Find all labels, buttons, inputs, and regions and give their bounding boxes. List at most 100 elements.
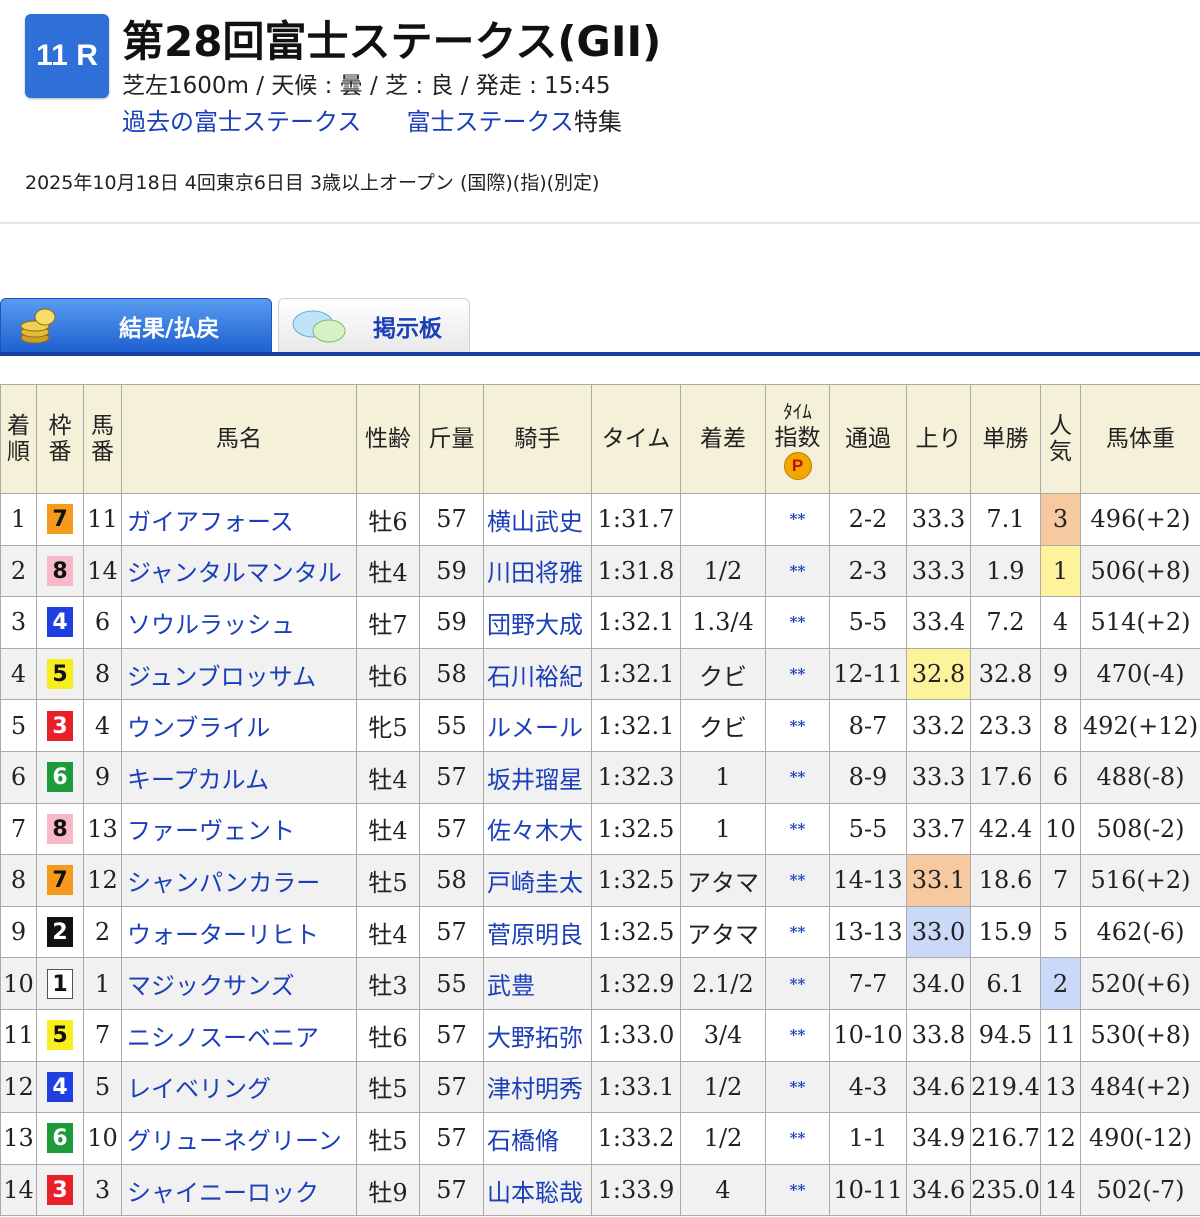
waku-cell: 4 [36,596,84,649]
chat-bubbles-icon [292,310,346,343]
margin-cell: 1.3/4 [680,596,766,649]
bodyweight-cell: 484(+2) [1080,1060,1200,1114]
header-odds: 単勝 [970,384,1041,494]
index-cell: ** [765,596,830,649]
horse-name-cell: ジャンタルマンタル [121,544,357,598]
margin-cell: 1/2 [680,1060,766,1114]
header-umaban: 馬番 [83,384,122,494]
pop-cell: 5 [1040,905,1081,959]
index-cell: ** [765,750,830,804]
jockey-link[interactable]: 佐々木大 [487,817,583,845]
margin-cell: クビ [680,699,766,752]
table-header-row: 着順 枠番 馬番 馬名 性齢 斤量 騎手 タイム 着差 ﾀｲﾑ 指数 P 通過 … [0,384,1200,494]
horse-name-link[interactable]: ニシノスーベニア [127,1024,319,1052]
jockey-link[interactable]: 津村明秀 [487,1075,583,1103]
rank-cell: 11 [0,1008,37,1062]
waku-cell: 6 [36,1112,84,1165]
header-last3f: 上り [906,384,971,494]
umaban-cell: 3 [83,1163,122,1217]
rank-cell: 5 [0,699,37,752]
jockey-link[interactable]: ルメール [487,714,583,742]
horse-name-cell: ソウルラッシュ [121,596,357,649]
waku-badge: 3 [47,1175,73,1206]
horse-name-link[interactable]: キープカルム [127,766,269,794]
waku-cell: 4 [36,1060,84,1114]
odds-cell: 6.1 [970,957,1041,1010]
bodyweight-cell: 502(-7) [1080,1163,1200,1217]
horse-name-cell: レイベリング [121,1060,357,1114]
horse-name-link[interactable]: シャンパンカラー [127,869,320,897]
horse-name-link[interactable]: グリューネグリーン [127,1127,342,1155]
umaban-cell: 14 [83,544,122,598]
weight-cell: 57 [419,1060,484,1114]
horse-name-link[interactable]: シャイニーロック [127,1179,319,1207]
rank-cell: 12 [0,1060,37,1114]
feature-link[interactable]: 富士ステークス [407,108,574,136]
jockey-link[interactable]: 坂井瑠星 [487,766,583,794]
pop-cell: 3 [1040,493,1081,546]
horse-name-link[interactable]: ガイアフォース [127,508,294,536]
bodyweight-cell: 508(-2) [1080,802,1200,856]
past-races-link[interactable]: 過去の富士ステークス [122,108,361,136]
horse-name-cell: ガイアフォース [121,493,357,546]
jockey-link[interactable]: 戸崎圭太 [487,869,583,897]
horse-name-link[interactable]: ウンブライル [127,714,270,742]
last3f-cell: 33.3 [906,544,971,598]
premium-p-icon[interactable]: P [783,451,812,480]
horse-name-cell: ファーヴェント [121,802,357,856]
margin-cell: 1/2 [680,1112,766,1165]
passing-cell: 2-2 [829,493,907,546]
horse-name-link[interactable]: ジャンタルマンタル [127,559,342,587]
pop-cell: 4 [1040,596,1081,649]
sexage-cell: 牡7 [356,596,420,649]
results-table: 着順 枠番 馬番 馬名 性齢 斤量 騎手 タイム 着差 ﾀｲﾑ 指数 P 通過 … [0,384,1200,1217]
jockey-link[interactable]: 山本聡哉 [487,1179,583,1207]
jockey-link[interactable]: 川田将雅 [487,559,583,587]
margin-cell: アタマ [680,854,766,907]
tab-board-label: 掲示板 [373,316,442,342]
jockey-link[interactable]: 石橋脩 [487,1127,559,1155]
jockey-cell: 坂井瑠星 [483,750,592,804]
margin-cell: 4 [680,1163,766,1217]
umaban-cell: 5 [83,1060,122,1114]
pop-cell: 10 [1040,802,1081,856]
waku-badge: 2 [47,917,73,948]
horse-name-link[interactable]: ファーヴェント [127,817,295,845]
weight-cell: 57 [419,493,484,546]
bodyweight-cell: 514(+2) [1080,596,1200,649]
waku-cell: 8 [36,802,84,856]
bodyweight-cell: 520(+6) [1080,957,1200,1010]
jockey-link[interactable]: 横山武史 [487,508,583,536]
rank-cell: 7 [0,802,37,856]
index-cell: ** [765,905,830,959]
waku-cell: 7 [36,854,84,907]
sexage-cell: 牡6 [356,647,420,701]
jockey-link[interactable]: 大野拓弥 [487,1024,583,1052]
horse-name-link[interactable]: ウォーターリヒト [127,921,319,949]
last3f-cell: 33.7 [906,802,971,856]
horse-name-link[interactable]: レイベリング [127,1075,271,1103]
horse-name-link[interactable]: ソウルラッシュ [127,611,295,639]
last3f-cell: 33.8 [906,1008,971,1062]
bodyweight-cell: 462(-6) [1080,905,1200,959]
sexage-cell: 牝5 [356,699,420,752]
tab-result-payout[interactable]: 結果/払戻 [0,298,272,354]
umaban-cell: 9 [83,750,122,804]
bodyweight-cell: 492(+12) [1080,699,1200,752]
waku-cell: 5 [36,1008,84,1062]
jockey-link[interactable]: 石川裕紀 [487,663,583,691]
horse-name-link[interactable]: マジックサンズ [127,972,295,1000]
jockey-link[interactable]: 菅原明良 [487,921,583,949]
odds-cell: 32.8 [970,647,1041,701]
horse-name-link[interactable]: ジュンブロッサム [127,663,316,691]
index-cell: ** [765,544,830,598]
jockey-cell: 武豊 [483,957,592,1010]
time-cell: 1:33.9 [591,1163,681,1217]
jockey-link[interactable]: 武豊 [487,972,535,1000]
index-cell: ** [765,854,830,907]
tab-message-board[interactable]: 掲示板 [278,298,470,354]
index-cell: ** [765,493,830,546]
time-cell: 1:33.0 [591,1008,681,1062]
jockey-link[interactable]: 団野大成 [487,611,583,639]
index-cell: ** [765,802,830,856]
